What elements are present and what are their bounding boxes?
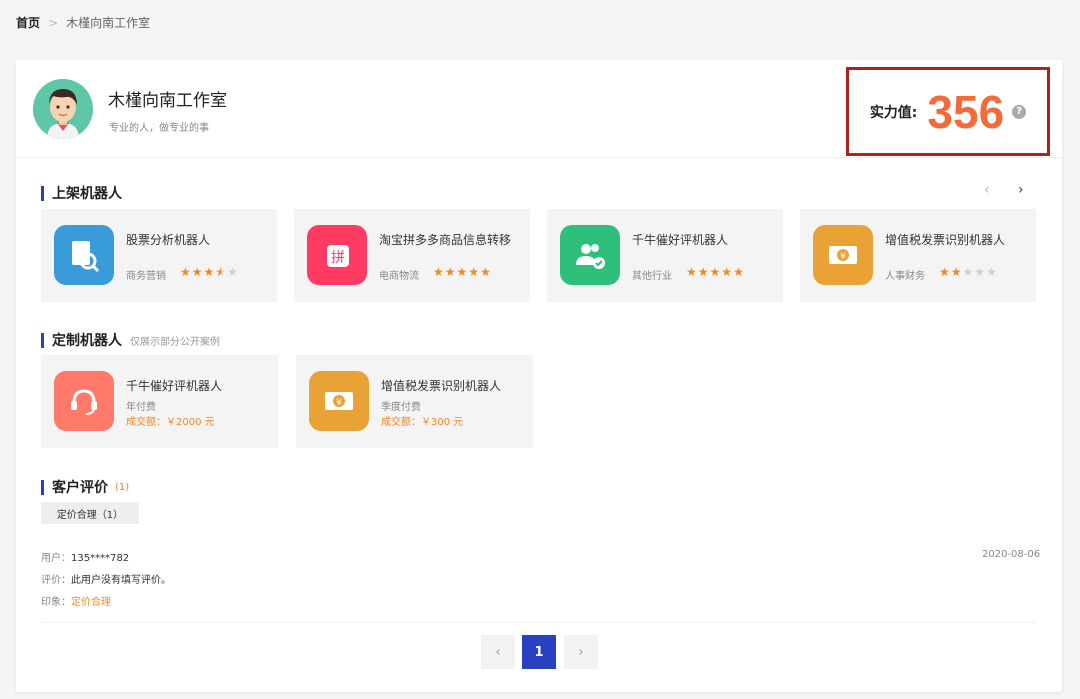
custom-robot-pay: 季度付费: [381, 402, 421, 413]
custom-robot-card[interactable]: 千牛催好评机器人 年付费成交额：￥2000 元: [41, 355, 278, 448]
robot-category: 电商物流: [379, 271, 419, 282]
review-comment-label: 评价：: [41, 575, 71, 586]
star-filled-icon: ★: [468, 265, 481, 279]
section-bar: [41, 479, 44, 495]
pinduoduo-icon: 拼: [307, 225, 367, 285]
star-filled-icon: ★: [203, 265, 216, 279]
power-score-box: 实力值: 356 ?: [846, 67, 1050, 156]
star-filled-icon: ★: [733, 265, 745, 279]
listed-title: 上架机器人: [52, 186, 122, 202]
review-date: 2020-08-06: [982, 549, 1041, 560]
studio-header: 木槿向南工作室 专业的人，做专业的事 实力值: 356 ?: [16, 60, 1062, 158]
section-bar: [41, 185, 44, 201]
prev-arrow-icon[interactable]: ‹: [984, 182, 990, 198]
section-bar: [41, 332, 44, 348]
robot-name: 增值税发票识别机器人: [885, 233, 1006, 247]
robot-rating: ★★★★★: [686, 265, 745, 279]
invoice-ticket-icon: ¥: [813, 225, 873, 285]
listed-robot-card[interactable]: ¥ 增值税发票识别机器人 人事财务 ★★★★★: [800, 209, 1036, 302]
custom-title: 定制机器人: [52, 333, 122, 349]
star-empty-icon: ★: [962, 265, 975, 279]
avatar: [33, 79, 93, 139]
svg-text:¥: ¥: [336, 398, 342, 408]
star-empty-icon: ★: [974, 265, 987, 279]
star-filled-icon: ★: [456, 265, 469, 279]
users-check-icon: [560, 225, 620, 285]
breadcrumb-separator-icon: >: [48, 15, 59, 30]
star-filled-icon: ★: [697, 265, 710, 279]
custom-robot-name: 千牛催好评机器人: [126, 379, 223, 393]
impression-tag[interactable]: 定价合理（1）: [41, 502, 139, 524]
review-user-row: 用户：135****782: [41, 549, 129, 564]
svg-text:拼: 拼: [331, 250, 345, 266]
star-filled-icon: ★: [480, 265, 492, 279]
listed-robot-card[interactable]: 千牛催好评机器人 其他行业 ★★★★★: [547, 209, 783, 302]
custom-section-title: 定制机器人 仅展示部分公开案例: [41, 330, 220, 350]
review-user: 135****782: [71, 553, 130, 564]
reviews-section-title: 客户评价 (1): [41, 477, 129, 497]
star-filled-icon: ★: [433, 265, 445, 279]
star-empty-icon: ★: [227, 265, 239, 279]
breadcrumb: 首页 > 木槿向南工作室: [16, 14, 150, 31]
power-value: 356: [927, 85, 1005, 138]
studio-slogan: 专业的人，做专业的事: [109, 123, 209, 134]
star-filled-icon: ★: [191, 265, 204, 279]
studio-name: 木槿向南工作室: [108, 91, 227, 111]
custom-robot-deal: 成交额：￥300 元: [381, 417, 464, 428]
custom-robot-pay: 年付费: [126, 402, 156, 413]
robot-category: 其他行业: [632, 271, 672, 282]
star-filled-icon: ★: [709, 265, 722, 279]
stock-analysis-icon: [54, 225, 114, 285]
reviews-count: (1): [115, 481, 130, 493]
custom-robot-name: 增值税发票识别机器人: [381, 379, 502, 393]
star-empty-icon: ★: [986, 265, 998, 279]
listed-section-title: 上架机器人: [41, 183, 122, 203]
review-impression-label: 印象：: [41, 597, 71, 608]
robot-category: 人事财务: [885, 271, 925, 282]
review-comment-row: 评价：此用户没有填写评价。: [41, 571, 171, 586]
reviews-title: 客户评价: [52, 480, 108, 496]
robot-category: 商务营销: [126, 271, 166, 282]
review-impression: 定价合理: [71, 597, 111, 608]
star-half-icon: ★: [215, 265, 228, 279]
robot-rating: ★★★★★: [939, 265, 998, 279]
review-impression-row: 印象：定价合理: [41, 593, 111, 608]
robot-name: 股票分析机器人: [126, 233, 211, 247]
svg-text:¥: ¥: [840, 252, 846, 262]
page-next-button[interactable]: ›: [564, 635, 598, 669]
listed-robot-card[interactable]: 拼淘宝拼多多商品信息转移 电商物流 ★★★★★: [294, 209, 530, 302]
custom-subtitle: 仅展示部分公开案例: [130, 336, 220, 348]
power-label: 实力值:: [869, 104, 918, 121]
star-filled-icon: ★: [180, 265, 192, 279]
help-icon[interactable]: ?: [1012, 104, 1027, 119]
star-filled-icon: ★: [950, 265, 963, 279]
breadcrumb-current: 木槿向南工作室: [66, 16, 151, 30]
robot-name: 千牛催好评机器人: [632, 233, 729, 247]
star-filled-icon: ★: [686, 265, 698, 279]
invoice-ticket-icon: ¥: [309, 371, 369, 431]
star-filled-icon: ★: [939, 265, 951, 279]
headset-icon: [54, 371, 114, 431]
divider: [41, 622, 1036, 623]
review-user-label: 用户：: [41, 553, 71, 564]
page-prev-button[interactable]: ‹: [481, 635, 515, 669]
custom-robot-card[interactable]: ¥ 增值税发票识别机器人 季度付费成交额：￥300 元: [296, 355, 533, 448]
breadcrumb-home-link[interactable]: 首页: [16, 14, 40, 31]
robot-name: 淘宝拼多多商品信息转移: [379, 233, 512, 247]
listed-robot-card[interactable]: 股票分析机器人 商务营销 ★★★★★: [41, 209, 277, 302]
custom-robot-deal: 成交额：￥2000 元: [126, 417, 215, 428]
star-filled-icon: ★: [721, 265, 734, 279]
next-arrow-icon[interactable]: ›: [1018, 182, 1024, 198]
robot-rating: ★★★★★: [433, 265, 492, 279]
robot-rating: ★★★★★: [180, 265, 239, 279]
page-1-button[interactable]: 1: [522, 635, 556, 669]
star-filled-icon: ★: [444, 265, 457, 279]
review-comment: 此用户没有填写评价。: [71, 575, 171, 586]
studio-card: 木槿向南工作室 专业的人，做专业的事 实力值: 356 ? 上架机器人 ‹ › …: [16, 60, 1062, 692]
